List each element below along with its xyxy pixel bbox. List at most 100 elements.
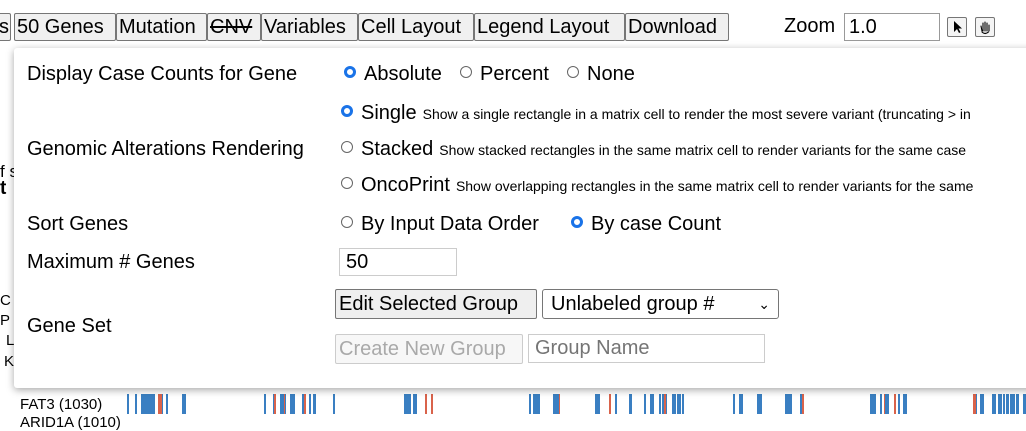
- toolbar-button-cell-layout[interactable]: Cell Layout: [358, 13, 474, 41]
- track-cell: [662, 394, 664, 414]
- hand-icon: [980, 21, 990, 35]
- track-cell: [153, 394, 155, 414]
- track-cell: [1023, 394, 1025, 414]
- toolbar-button-mutation[interactable]: Mutation: [116, 13, 207, 41]
- background-fragment-k: K: [4, 353, 15, 370]
- track-cell: [664, 394, 666, 414]
- toolbar-button-cnv[interactable]: CNV: [207, 13, 261, 41]
- max-genes-label: Maximum # Genes: [27, 251, 195, 273]
- rendering-single[interactable]: Single Show a single rectangle in a matri…: [341, 102, 971, 125]
- track-cell: [1012, 394, 1014, 414]
- toolbar-button-genes[interactable]: 50 Genes: [14, 13, 116, 41]
- track-cell: [802, 394, 804, 414]
- case-counts-none[interactable]: None: [567, 63, 635, 86]
- track-cell: [652, 394, 654, 414]
- zoom-input[interactable]: [844, 13, 940, 41]
- case-counts-absolute[interactable]: Absolute: [344, 63, 442, 86]
- group-select[interactable]: Unlabeled group # ⌄: [542, 289, 779, 319]
- track-cell: [790, 394, 792, 414]
- toolbar: s 50 Genes Mutation CNV Variables Cell L…: [0, 13, 1026, 43]
- radio-icon[interactable]: [567, 66, 579, 78]
- track-cell: [309, 394, 311, 414]
- track-cell: [282, 394, 284, 414]
- max-genes-input[interactable]: [339, 248, 457, 276]
- radio-icon[interactable]: [341, 216, 353, 228]
- toolbar-button-truncated[interactable]: s: [0, 13, 11, 41]
- track-cell: [135, 394, 137, 414]
- sort-by-input-order[interactable]: By Input Data Order: [341, 213, 539, 236]
- track-cell: [1003, 394, 1005, 414]
- toolbar-button-variables[interactable]: Variables: [261, 13, 358, 41]
- track-cell: [158, 394, 162, 414]
- pointer-tool-button[interactable]: [947, 17, 967, 37]
- track-cell: [682, 394, 684, 414]
- track-cell: [264, 394, 266, 414]
- track-cell: [313, 394, 315, 414]
- track-cell: [127, 394, 129, 414]
- track-cell: [538, 394, 540, 414]
- gene-set-label: Gene Set: [27, 315, 112, 337]
- track-cell: [182, 394, 186, 414]
- background-fragment-c: C: [0, 292, 11, 309]
- track-cell: [293, 394, 295, 414]
- track-cell: [630, 394, 632, 414]
- cursor-arrow-icon: [954, 21, 962, 33]
- rendering-oncoprint[interactable]: OncoPrint Show overlapping rectangles in …: [341, 174, 973, 197]
- settings-panel: Display Case Counts for Gene Absolute Pe…: [14, 48, 1026, 388]
- sort-genes-label: Sort Genes: [27, 213, 129, 235]
- track-cell: [677, 394, 679, 414]
- track-cell: [740, 394, 742, 414]
- track-cell: [615, 394, 617, 414]
- radio-icon[interactable]: [341, 105, 353, 117]
- track-cell: [557, 394, 559, 414]
- track-cell: [679, 394, 681, 414]
- track-cell: [143, 394, 147, 414]
- track-cell: [333, 394, 335, 414]
- track-cell: [644, 394, 646, 414]
- track-cell: [425, 394, 427, 414]
- track-cell: [415, 394, 417, 414]
- background-fragment-p: P: [0, 312, 11, 329]
- track-cell: [898, 394, 900, 414]
- track-cell: [409, 394, 411, 414]
- track-cell: [993, 394, 995, 414]
- sort-by-case-count[interactable]: By case Count: [571, 213, 721, 236]
- case-counts-label: Display Case Counts for Gene: [27, 63, 298, 85]
- track-cell: [788, 394, 790, 414]
- track-cell: [974, 394, 976, 414]
- track-cell: [757, 394, 761, 414]
- toolbar-button-legend-layout[interactable]: Legend Layout: [474, 13, 625, 41]
- track-cell: [982, 394, 984, 414]
- rendering-label: Genomic Alterations Rendering: [27, 138, 304, 160]
- track-cell: [894, 394, 896, 414]
- pan-tool-button[interactable]: [975, 17, 995, 37]
- chevron-down-icon: ⌄: [758, 296, 770, 312]
- group-name-input[interactable]: [528, 334, 765, 363]
- background-fragment-t: t: [0, 178, 7, 199]
- track-cell: [533, 394, 535, 414]
- track-cell: [609, 394, 611, 414]
- track-cell: [672, 394, 676, 414]
- radio-icon[interactable]: [344, 66, 356, 78]
- gene-row-label-partial: ARID1A (1010): [20, 414, 121, 431]
- oncoprint-track: [124, 394, 1026, 414]
- track-cell: [150, 394, 152, 414]
- radio-icon[interactable]: [460, 66, 472, 78]
- track-cell: [659, 394, 661, 414]
- track-cell: [431, 394, 433, 414]
- case-counts-percent[interactable]: Percent: [460, 63, 549, 86]
- radio-icon[interactable]: [341, 177, 353, 189]
- track-cell: [874, 394, 876, 414]
- gene-row-label: FAT3 (1030): [20, 396, 103, 413]
- radio-icon[interactable]: [341, 141, 353, 153]
- track-cell: [1006, 394, 1008, 414]
- track-cell: [903, 394, 907, 414]
- track-cell: [733, 394, 735, 414]
- edit-selected-group-button[interactable]: Edit Selected Group: [335, 289, 537, 319]
- rendering-stacked[interactable]: Stacked Show stacked rectangles in the sa…: [341, 138, 966, 161]
- create-new-group-button[interactable]: Create New Group: [335, 334, 523, 364]
- track-cell: [999, 394, 1001, 414]
- zoom-label: Zoom: [784, 15, 836, 37]
- toolbar-button-download[interactable]: Download: [625, 13, 729, 41]
- radio-icon[interactable]: [571, 216, 583, 228]
